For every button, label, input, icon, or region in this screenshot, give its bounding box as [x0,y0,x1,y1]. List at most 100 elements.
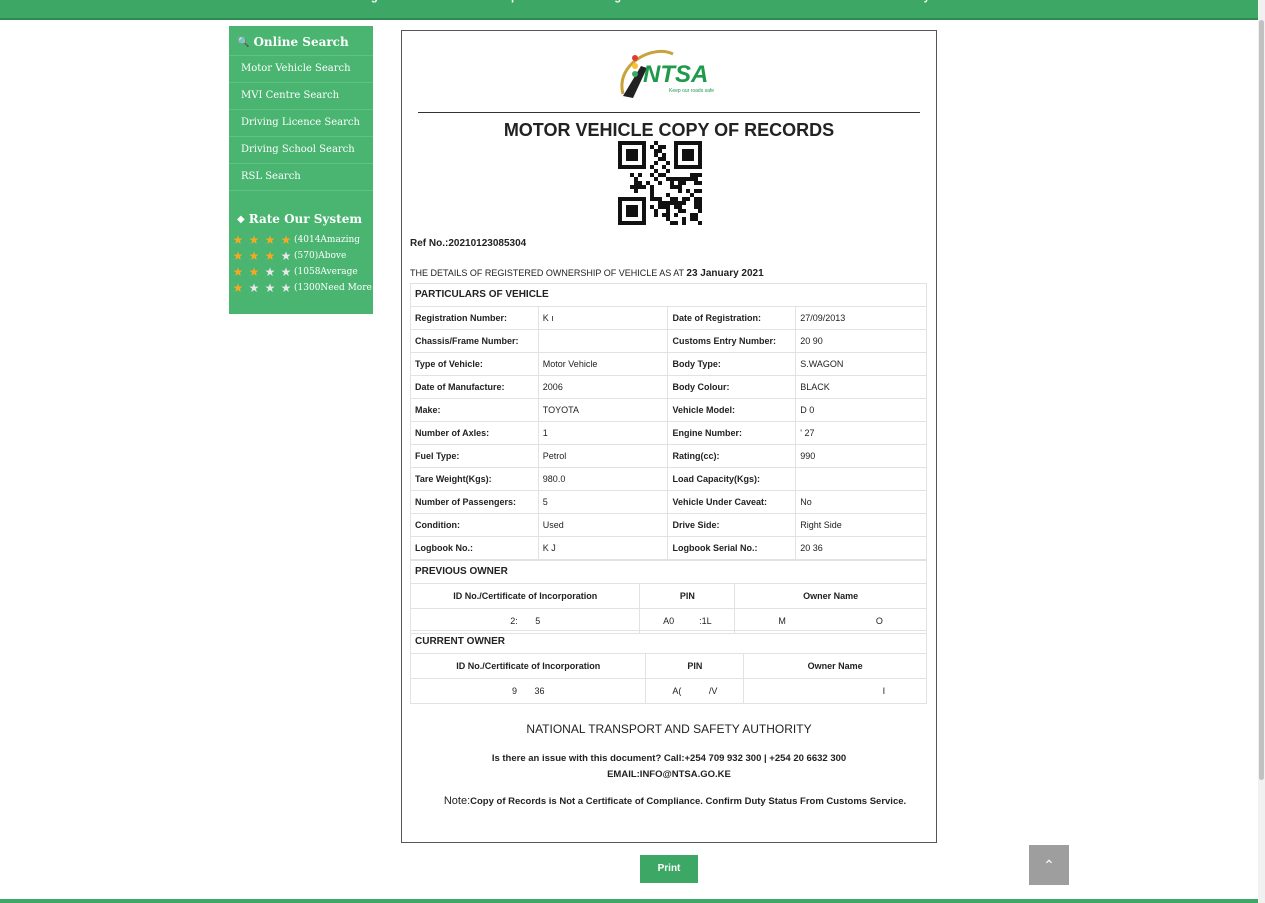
field-label: Customs Entry Number: [667,329,797,353]
nav-item[interactable]: Driving Licence [583,0,665,3]
particulars-row: Make: TOYOTA Vehicle Model: D 0 [410,398,927,422]
rating-count: (4014 [294,235,321,245]
field-label: Number of Axles: [410,421,539,445]
particulars-row: Type of Vehicle: Motor Vehicle Body Type: S… [410,352,927,376]
field-label: Number of Passengers: [410,490,539,514]
rating-label: Amazing [320,235,360,245]
qr-code [618,141,702,225]
field-value: D 0 [795,398,927,422]
scroll-to-top-button[interactable]: ⌃ [1029,845,1069,885]
previous-owner-title: PREVIOUS OWNER [410,560,927,583]
logo-tagline: Keep our roads safe [669,88,714,94]
field-label: Drive Side: [667,513,797,537]
nav-item[interactable]: Notice & News [805,0,881,3]
sidebar-search-link[interactable]: Driving School Search [229,137,373,164]
nav-item[interactable]: My Feedback [914,0,983,3]
star-icon: ★ [280,281,292,295]
authority-name: NATIONAL TRANSPORT AND SAFETY AUTHORITY [526,722,812,736]
star-icon: ★ [248,281,260,295]
nav-item[interactable]: Vehicle Registration [316,0,421,3]
sidebar-search-link[interactable]: MVI Centre Search [229,83,373,110]
rating-label: Average [320,267,358,277]
field-label: Condition: [410,513,539,537]
rate-system-title: Rate Our System [248,212,363,226]
star-icon: ★ [232,249,244,263]
particulars-row: Registration Number: K ı Date of Registrat… [410,306,927,330]
ref-value: 20210123085304 [448,238,527,249]
rating-row[interactable]: ★ ★ ★ ★ (1300 Need More [229,280,373,296]
contact-email: EMAIL:INFO@NTSA.GO.KE [607,769,731,780]
star-icon: ★ [248,265,260,279]
field-value: 980.0 [537,467,669,491]
field-label: Logbook No.: [410,536,539,560]
owner-row: 9 36 A( /V I [409,678,927,704]
nav-item[interactable]: Online Search [698,0,772,3]
rating-row[interactable]: ★ ★ ★ ★ (4014 Amazing [229,232,373,248]
field-label: Body Type: [667,352,797,376]
top-navigation: Vehicle Registration Vehicle Inspection Dr… [0,0,1258,20]
rating-count: (1300 [294,283,321,293]
sidebar-search-link[interactable]: Motor Vehicle Search [229,55,373,83]
field-value: K ı [537,306,669,330]
particulars-row: Date of Manufacture: 2006 Body Colour: BLAC… [410,375,927,399]
particulars-row: Tare Weight(Kgs): 980.0 Load Capacity(Kgs)… [410,467,927,491]
column-header: ID No./Certificate of Incorporation [409,653,647,679]
field-label: Registration Number: [410,306,539,330]
current-owner-title: CURRENT OWNER [410,630,927,653]
field-label: Tare Weight(Kgs): [410,467,539,491]
sidebar: 🔍 Online Search Motor Vehicle Search MVI … [229,26,373,314]
sidebar-search-link[interactable]: RSL Search [229,164,373,191]
scrollbar-thumb[interactable] [1259,20,1264,780]
rating-label: Above [318,251,347,261]
particulars-row: Number of Passengers: 5 Vehicle Under Cave… [410,490,927,514]
field-value: K J [537,536,669,560]
field-value: 27/09/2013 [795,306,927,330]
online-search-heading: 🔍 Online Search [229,26,373,55]
scrollbar[interactable] [1258,0,1265,903]
particulars-table: Registration Number: K ı Date of Registrat… [410,306,927,560]
previous-owner-section: PREVIOUS OWNER ID No./Certificate of Inc… [409,560,927,634]
details-line: THE DETAILS OF REGISTERED OWNERSHIP OF V… [410,268,764,279]
star-icon: ★ [264,265,276,279]
logo-text: NTSA [643,61,708,88]
particulars-title: PARTICULARS OF VEHICLE [410,283,927,306]
field-value: ' 27 [795,421,927,445]
rating-row[interactable]: ★ ★ ★ ★ (1058 Average [229,264,373,280]
star-icon: ★ [232,265,244,279]
star-icon: ★ [232,281,244,295]
star-icon: ★ [264,233,276,247]
field-label: Fuel Type: [410,444,539,468]
star-icon: ★ [280,265,292,279]
note-text: Copy of Records is Not a Certificate of … [470,796,907,807]
field-value: Right Side [795,513,927,537]
ref-label: Ref No.: [410,238,449,249]
sidebar-search-link[interactable]: Driving Licence Search [229,110,373,137]
star-icon: ★ [248,233,260,247]
online-search-title: Online Search [253,35,349,49]
contact-phone: Is there an issue with this document? Ca… [491,753,847,764]
current-owner-section: CURRENT OWNER ID No./Certificate of Inco… [409,630,927,704]
previous-owner-table: ID No./Certificate of Incorporation PIN Ow… [409,583,927,634]
field-label: Load Capacity(Kgs): [667,467,797,491]
field-value: No [795,490,927,514]
copy-of-records-document: NTSA Keep our roads safe MOTOR VEHICLE C… [401,30,937,843]
nav-item[interactable]: Vehicle Inspection [454,0,550,3]
column-header: PIN [639,583,736,609]
rating-row[interactable]: ★ ★ ★ ★ (570) Above [229,248,373,264]
field-value: 990 [795,444,927,468]
rating-label: Need More [320,283,372,293]
note: Note:Copy of Records is Not a Certificat… [422,793,928,810]
particulars-row: Condition: Used Drive Side: Right Side [410,513,927,537]
details-prefix: THE DETAILS OF REGISTERED OWNERSHIP OF V… [410,268,687,278]
reference-number: Ref No.:20210123085304 [410,238,526,249]
divider [418,112,920,113]
print-button[interactable]: Print [640,855,698,883]
owner-header-row: ID No./Certificate of Incorporation PIN Ow… [409,583,927,609]
vehicle-particulars: PARTICULARS OF VEHICLE Registration Numb… [410,283,927,560]
star-icon: ★ [232,233,244,247]
field-value [795,467,927,491]
star-icon: ★ [248,249,260,263]
field-label: Type of Vehicle: [410,352,539,376]
field-value: 20 36 [795,536,927,560]
field-value: BLACK [795,375,927,399]
